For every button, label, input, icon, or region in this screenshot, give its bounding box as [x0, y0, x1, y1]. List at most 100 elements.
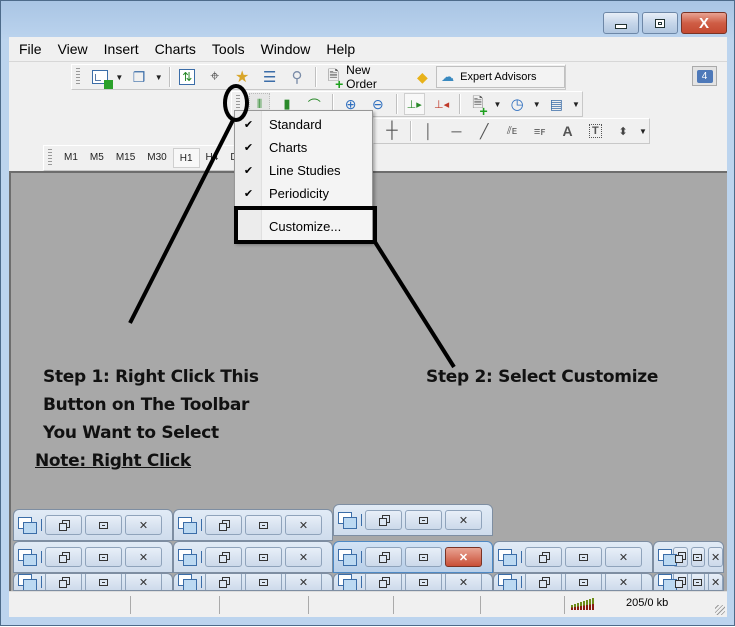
chart-shift-button[interactable]: ⊥◂	[431, 93, 452, 115]
indicators-button[interactable]: 🗎+	[467, 93, 488, 115]
periodicity-toolbar-grip[interactable]	[48, 149, 52, 167]
period-h4[interactable]: H4	[200, 148, 225, 168]
new-order-icon-wrap[interactable]: 🗎+	[323, 66, 344, 88]
close-chart-button[interactable]: ✕	[445, 547, 482, 567]
period-h1[interactable]: H1	[173, 148, 200, 168]
minimize-button[interactable]	[603, 12, 639, 34]
maximize-chart-button[interactable]	[245, 515, 282, 535]
close-chart-button[interactable]: ✕	[605, 547, 642, 567]
maximize-chart-button[interactable]	[85, 547, 122, 567]
new-chart-button[interactable]	[89, 66, 110, 88]
navigator-button[interactable]: ★	[231, 66, 252, 88]
menu-item-charts[interactable]: ✔ Charts	[235, 136, 372, 158]
close-button[interactable]: X	[681, 12, 727, 34]
arrows-button[interactable]: ⬍	[612, 120, 634, 142]
close-chart-button[interactable]: ✕	[285, 547, 322, 567]
menu-item-standard[interactable]: ✔ Standard	[235, 113, 372, 135]
auto-scroll-button[interactable]: ⊥▸	[404, 93, 425, 115]
maximize-chart-button[interactable]	[691, 547, 706, 567]
text-button[interactable]: A	[557, 120, 579, 142]
maximize-chart-button[interactable]	[85, 515, 122, 535]
maximize-button[interactable]	[642, 12, 678, 34]
notifications-button[interactable]: 4	[692, 66, 717, 86]
periods-dropdown-icon[interactable]: ▼	[533, 100, 541, 109]
minimized-chart-tab[interactable]: ✕	[493, 573, 653, 591]
periods-button[interactable]: ◷	[506, 93, 527, 115]
close-chart-button[interactable]: ✕	[285, 573, 322, 591]
horizontal-line-button[interactable]: ─	[446, 120, 468, 142]
minimized-chart-tab[interactable]: ✕	[13, 509, 173, 541]
close-chart-button[interactable]: ✕	[445, 573, 482, 591]
maximize-chart-button[interactable]	[405, 510, 442, 530]
maximize-chart-button[interactable]	[565, 547, 602, 567]
menu-help[interactable]: Help	[318, 37, 363, 61]
vertical-line-button[interactable]: │	[418, 120, 440, 142]
data-window-button[interactable]: ⌖	[204, 66, 225, 88]
text-label-button[interactable]: T	[584, 120, 606, 142]
minimized-chart-tab[interactable]: ✕	[653, 541, 724, 573]
restore-button[interactable]	[205, 573, 242, 591]
crosshair-button[interactable]: ┼	[381, 120, 403, 142]
minimized-chart-tab[interactable]: ✕	[173, 509, 333, 541]
new-chart-dropdown-icon[interactable]: ▼	[115, 73, 123, 82]
close-chart-button[interactable]: ✕	[708, 573, 723, 591]
maximize-chart-button[interactable]	[245, 547, 282, 567]
maximize-chart-button[interactable]	[85, 573, 122, 591]
minimized-chart-tab[interactable]: ✕	[653, 573, 724, 591]
fibonacci-button[interactable]: ≡ꜰ	[529, 120, 551, 142]
restore-button[interactable]	[525, 573, 562, 591]
expert-advisors-button[interactable]: ☁ Expert Advisors	[436, 66, 565, 88]
minimized-chart-tab[interactable]: ✕	[173, 573, 333, 591]
strategy-tester-button[interactable]: ⚲	[286, 66, 307, 88]
restore-button[interactable]	[205, 515, 242, 535]
period-m5[interactable]: M5	[84, 148, 110, 168]
minimized-chart-tab[interactable]: ✕	[173, 541, 333, 573]
market-watch-button[interactable]: ⇅	[177, 66, 198, 88]
close-chart-button[interactable]: ✕	[605, 573, 642, 591]
menu-window[interactable]: Window	[253, 37, 319, 61]
terminal-button[interactable]: ☰	[259, 66, 280, 88]
templates-dropdown-icon[interactable]: ▼	[572, 100, 580, 109]
menu-charts[interactable]: Charts	[147, 37, 204, 61]
menu-item-customize[interactable]: Customize...	[235, 215, 372, 237]
menu-file[interactable]: File	[11, 37, 50, 61]
minimized-chart-tab[interactable]: ✕	[333, 573, 493, 591]
close-chart-button[interactable]: ✕	[125, 547, 162, 567]
close-chart-button[interactable]: ✕	[445, 510, 482, 530]
minimized-chart-tab[interactable]: ✕	[333, 504, 493, 536]
new-order-button[interactable]: New Order	[346, 63, 403, 91]
maximize-chart-button[interactable]	[691, 573, 706, 591]
profiles-dropdown-icon[interactable]: ▼	[155, 73, 163, 82]
close-chart-button[interactable]: ✕	[125, 573, 162, 591]
restore-button[interactable]	[45, 515, 82, 535]
menu-tools[interactable]: Tools	[204, 37, 253, 61]
restore-button[interactable]	[365, 510, 402, 530]
indicators-dropdown-icon[interactable]: ▼	[494, 100, 502, 109]
minimized-chart-tab[interactable]: ✕	[333, 541, 493, 573]
restore-button[interactable]	[525, 547, 562, 567]
resize-grip[interactable]	[715, 605, 725, 615]
minimized-chart-tab[interactable]: ✕	[13, 573, 173, 591]
minimized-chart-tab[interactable]: ✕	[493, 541, 653, 573]
menu-view[interactable]: View	[50, 37, 96, 61]
close-chart-button[interactable]: ✕	[125, 515, 162, 535]
maximize-chart-button[interactable]	[245, 573, 282, 591]
restore-button[interactable]	[365, 547, 402, 567]
period-m1[interactable]: M1	[58, 148, 84, 168]
restore-button[interactable]	[205, 547, 242, 567]
period-m30[interactable]: M30	[141, 148, 172, 168]
maximize-chart-button[interactable]	[565, 573, 602, 591]
close-chart-button[interactable]: ✕	[285, 515, 322, 535]
restore-button[interactable]	[45, 547, 82, 567]
maximize-chart-button[interactable]	[405, 547, 442, 567]
trendline-button[interactable]: ╱	[473, 120, 495, 142]
maximize-chart-button[interactable]	[405, 573, 442, 591]
restore-button[interactable]	[45, 573, 82, 591]
menu-item-line-studies[interactable]: ✔ Line Studies	[235, 159, 372, 181]
minimized-chart-tab[interactable]: ✕	[13, 541, 173, 573]
toolbar-grip[interactable]	[76, 68, 80, 86]
warning-button[interactable]: ◆	[412, 66, 433, 88]
templates-button[interactable]: ▤	[546, 93, 567, 115]
restore-button[interactable]	[365, 573, 402, 591]
menu-insert[interactable]: Insert	[96, 37, 147, 61]
